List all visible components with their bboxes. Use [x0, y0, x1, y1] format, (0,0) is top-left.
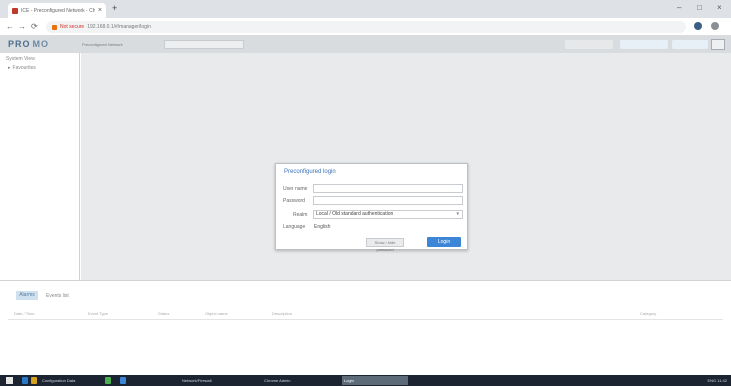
start-menu-icon[interactable] — [6, 377, 13, 384]
app-subtitle: Preconfigured Network — [82, 42, 123, 47]
login-dialog: Preconfigured login User name Password R… — [275, 163, 468, 252]
column-header-date[interactable]: Date / Time — [14, 311, 34, 316]
realm-select[interactable]: Local / Old standard authentication ▾ — [313, 210, 463, 219]
browser-tab[interactable]: ICE - Preconfigured Network - Chrome × — [8, 3, 106, 18]
language-label: Language — [283, 224, 306, 230]
explorer-icon[interactable] — [22, 377, 28, 384]
taskbar-item-active[interactable]: Login — [342, 376, 408, 385]
reload-icon[interactable]: ⟳ — [31, 22, 38, 31]
realm-label: Realm — [293, 212, 308, 218]
header-action-button[interactable] — [620, 40, 668, 49]
taskbar-item[interactable]: Configuration Data — [40, 376, 100, 385]
column-header-category[interactable]: Category — [640, 311, 656, 316]
app-icon[interactable] — [105, 377, 111, 384]
close-tab-icon[interactable]: × — [98, 7, 102, 14]
tab-events[interactable]: Events list — [46, 293, 69, 299]
favicon-icon — [12, 7, 18, 14]
app-icon[interactable] — [120, 377, 126, 384]
login-button[interactable]: Login — [427, 237, 461, 247]
tree-item-label: Favourites — [12, 65, 36, 71]
column-header-description[interactable]: Description — [272, 311, 292, 316]
chevron-down-icon: ▾ — [456, 211, 459, 217]
header-user-field[interactable] — [565, 40, 613, 49]
header-menu-button[interactable] — [711, 39, 725, 50]
logo-text: PRO — [8, 39, 31, 49]
url-field[interactable]: Not secure 192.168.0.1/#/manager/login — [46, 21, 686, 33]
security-status: Not secure — [60, 24, 85, 30]
minimize-icon[interactable]: – — [677, 3, 681, 12]
tab-alarms[interactable]: Alarms — [16, 291, 38, 300]
address-bar: ← → ⟳ Not secure 192.168.0.1/#/manager/l… — [0, 18, 731, 36]
left-pane-title: System View — [6, 56, 35, 62]
logo-text-secondary: MO — [32, 39, 50, 49]
language-select[interactable]: English — [314, 224, 330, 230]
profile-icon[interactable] — [711, 22, 719, 30]
extension-icon[interactable] — [694, 22, 702, 30]
password-input[interactable] — [313, 196, 463, 205]
column-header-object[interactable]: Object name — [205, 311, 228, 316]
header-action-button-2[interactable] — [672, 40, 708, 49]
dialog-title: Preconfigured login — [284, 169, 336, 175]
browser-tab-strip: ICE - Preconfigured Network - Chrome × +… — [0, 0, 731, 18]
forward-icon[interactable]: → — [18, 22, 26, 31]
app-logo: PRO MO — [8, 39, 49, 49]
divider — [8, 319, 723, 320]
column-header-status[interactable]: Status — [158, 311, 169, 316]
url-text: 192.168.0.1/#/manager/login — [87, 24, 151, 30]
user-name-input[interactable] — [313, 184, 463, 193]
password-label: Password — [283, 198, 305, 204]
left-pane: System View ▸ Favourites — [0, 53, 80, 280]
close-window-icon[interactable]: × — [717, 3, 722, 12]
taskbar-item[interactable]: Chrome Admin — [262, 376, 332, 385]
system-tray: ENG 11:42 — [707, 378, 728, 383]
folder-icon[interactable] — [31, 377, 37, 384]
bottom-pane: Alarms Events list Date / Time Event Typ… — [0, 280, 731, 375]
taskbar-item[interactable]: Network/Firewall — [180, 376, 250, 385]
column-header-event-type[interactable]: Event Type — [88, 311, 108, 316]
header-search-input[interactable] — [164, 40, 244, 49]
show-password-toggle[interactable]: Show / hide password — [366, 238, 404, 252]
tree-item-favourites[interactable]: ▸ Favourites — [8, 65, 36, 71]
tab-title: ICE - Preconfigured Network - Chrome — [21, 7, 95, 14]
not-secure-icon — [52, 24, 57, 30]
back-icon[interactable]: ← — [6, 22, 14, 31]
user-name-label: User name — [283, 186, 308, 192]
realm-value: Local / Old standard authentication — [316, 211, 394, 217]
new-tab-button[interactable]: + — [112, 3, 117, 13]
folder-icon: ▸ — [8, 65, 11, 71]
maximize-icon[interactable]: □ — [697, 3, 702, 12]
app-header: PRO MO Preconfigured Network — [0, 36, 731, 53]
os-taskbar: Configuration Data Network/Firewall Chro… — [0, 375, 731, 386]
